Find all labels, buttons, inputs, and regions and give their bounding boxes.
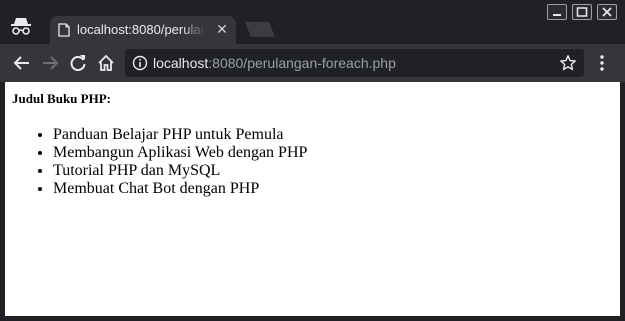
list-item: Membuat Chat Bot dengan PHP [53, 180, 307, 198]
minimize-button[interactable] [547, 4, 567, 20]
page-content: Judul Buku PHP: Panduan Belajar PHP untu… [5, 82, 620, 316]
title-bar: localhost:8080/perulangan-foreach.php ✕ [0, 0, 625, 44]
new-tab-button[interactable] [245, 22, 275, 37]
list-item: Membangun Aplikasi Web dengan PHP [53, 144, 307, 162]
page-heading: Judul Buku PHP: [12, 91, 111, 106]
close-window-button[interactable] [597, 4, 617, 20]
home-icon[interactable] [96, 53, 116, 73]
browser-window: localhost:8080/perulangan-foreach.php ✕ [0, 0, 625, 321]
incognito-icon [11, 18, 31, 35]
close-icon [602, 7, 612, 17]
info-icon[interactable] [132, 55, 148, 71]
star-icon[interactable] [559, 54, 577, 72]
tab-active[interactable]: localhost:8080/perulangan-foreach.php ✕ [50, 16, 236, 44]
browser-toolbar: localhost:8080/perulangan-foreach.php [0, 44, 625, 82]
list-item: Tutorial PHP dan MySQL [53, 162, 307, 180]
minimize-icon [553, 14, 561, 16]
three-dots-vertical-icon[interactable] [594, 53, 610, 73]
list-item: Panduan Belajar PHP untuk Pemula [53, 126, 307, 144]
url-host: localhost [153, 55, 209, 71]
tab-title: localhost:8080/perulangan-foreach.php [77, 22, 205, 37]
address-bar[interactable]: localhost:8080/perulangan-foreach.php [125, 49, 584, 77]
arrow-right-icon[interactable] [40, 53, 60, 73]
book-list: Panduan Belajar PHP untuk Pemula Membang… [13, 126, 307, 198]
url-path: :8080/perulangan-foreach.php [208, 55, 396, 71]
maximize-icon [576, 7, 588, 17]
reload-icon[interactable] [68, 53, 88, 73]
maximize-button[interactable] [572, 4, 592, 20]
close-icon[interactable]: ✕ [215, 22, 229, 36]
arrow-left-icon[interactable] [12, 53, 32, 73]
url-text[interactable]: localhost:8080/perulangan-foreach.php [153, 55, 396, 71]
page-icon [58, 23, 70, 37]
